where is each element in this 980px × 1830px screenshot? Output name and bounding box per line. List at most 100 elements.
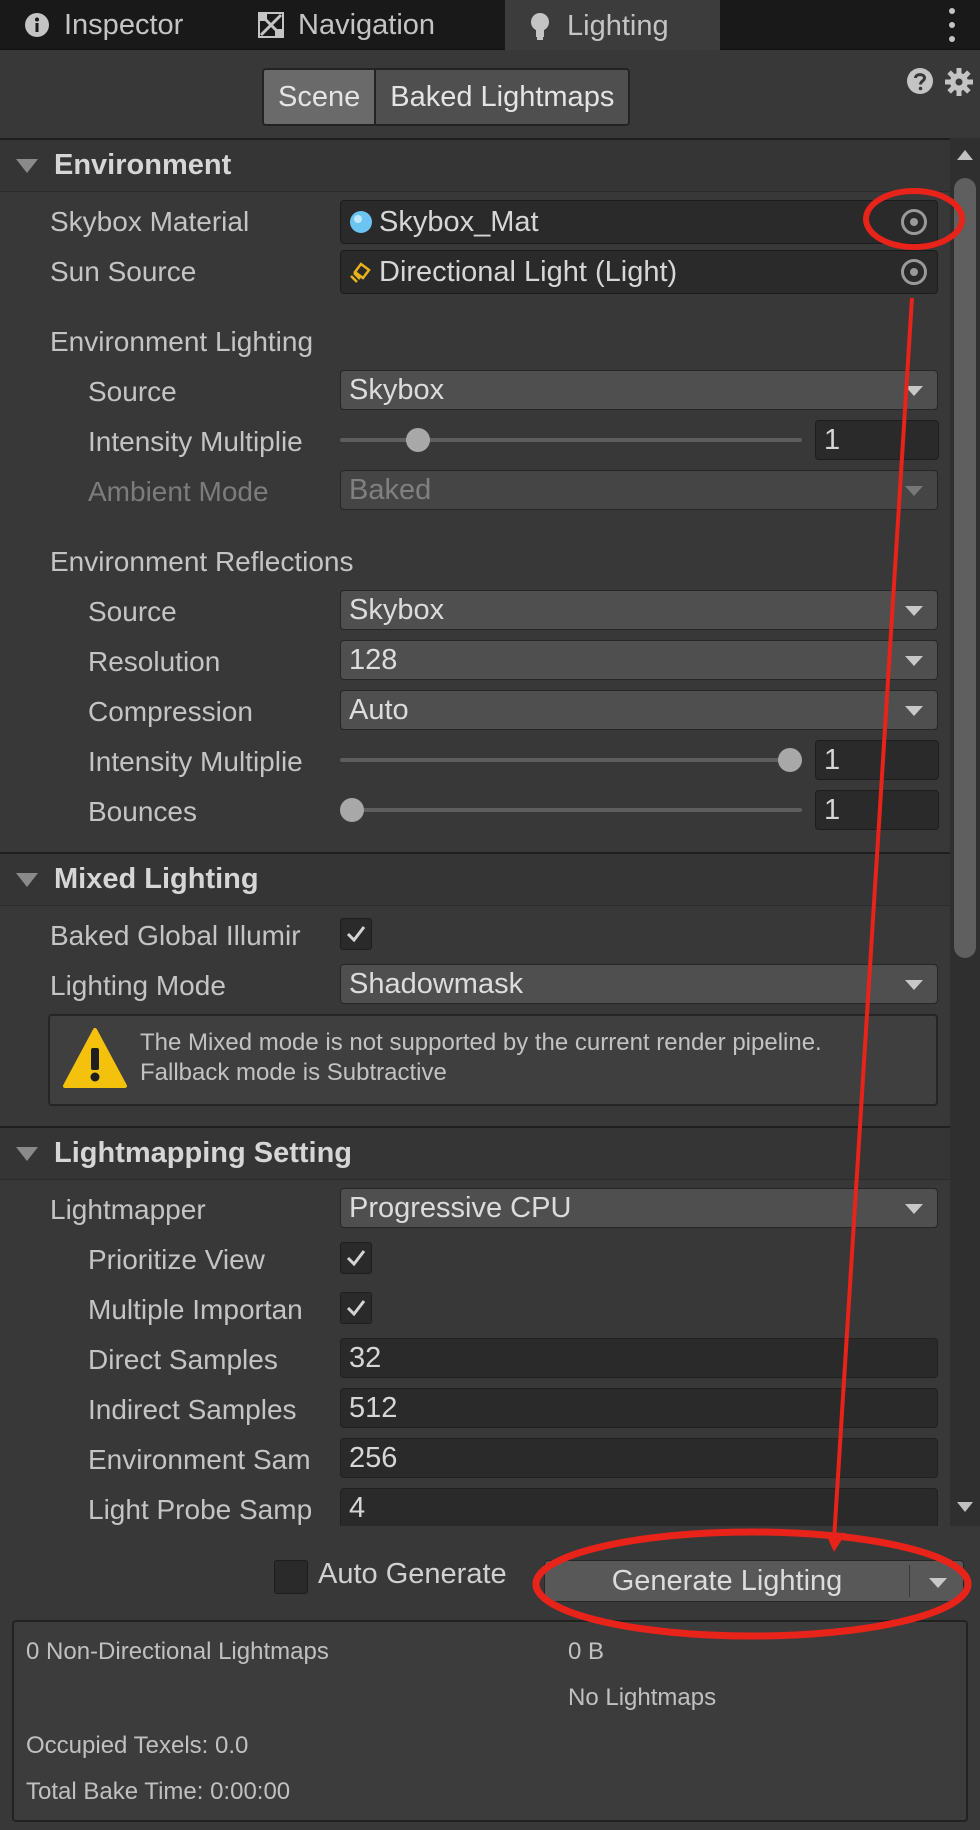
lightmap-size: 0 B: [568, 1638, 605, 1665]
section-header-mixed-lighting[interactable]: Mixed Lighting: [0, 852, 950, 906]
section-title: Lightmapping Setting: [54, 1137, 353, 1169]
checkmark-icon: [346, 1300, 366, 1317]
indirect-samples-input[interactable]: 512: [340, 1388, 938, 1428]
slider-handle[interactable]: [340, 798, 364, 822]
light-probe-samples-label: Light Probe Samp: [88, 1494, 313, 1525]
tab-label: Lighting: [567, 9, 669, 42]
segment-baked-lightmaps[interactable]: Baked Lightmaps: [376, 70, 629, 124]
section-header-lightmapping-settings[interactable]: Lightmapping Setting: [0, 1126, 950, 1180]
button-divider: [909, 1565, 910, 1597]
reflections-source-label: Source: [88, 596, 177, 627]
multiple-importance-checkbox[interactable]: [340, 1292, 372, 1324]
auto-generate-checkbox[interactable]: [274, 1560, 308, 1594]
lightmapper-label: Lightmapper: [50, 1194, 206, 1225]
compression-dropdown[interactable]: Auto: [340, 690, 938, 730]
direct-samples-label: Direct Samples: [88, 1344, 278, 1375]
mixed-mode-warning-box: The Mixed mode is not supported by the c…: [48, 1014, 938, 1106]
scene-lightmaps-toggle: Scene Baked Lightmaps: [262, 68, 631, 126]
reflections-intensity-slider[interactable]: [340, 740, 802, 780]
resolution-dropdown[interactable]: 128: [340, 640, 938, 680]
slider-track[interactable]: [340, 808, 802, 812]
indirect-samples-label: Indirect Samples: [88, 1394, 297, 1425]
reflections-intensity-label: Intensity Multiplie: [88, 746, 303, 777]
slider-handle[interactable]: [778, 748, 802, 772]
multiple-importance-label: Multiple Importan: [88, 1294, 303, 1325]
foldout-arrow-icon[interactable]: [16, 158, 38, 173]
reflections-intensity-input[interactable]: 1: [815, 740, 939, 780]
reflections-source-dropdown[interactable]: Skybox: [340, 590, 938, 630]
lighting-mode-dropdown[interactable]: Shadowmask: [340, 964, 938, 1004]
lightbulb-icon: [525, 11, 555, 41]
scroll-down-arrow-icon[interactable]: [957, 1502, 973, 1512]
scrollbar-thumb[interactable]: [954, 178, 976, 958]
object-picker-icon[interactable]: [901, 259, 927, 285]
lightmapper-dropdown[interactable]: Progressive CPU: [340, 1188, 938, 1228]
ambient-mode-label: Ambient Mode: [88, 476, 269, 507]
foldout-arrow-icon[interactable]: [16, 872, 38, 887]
bounces-slider[interactable]: [340, 790, 802, 830]
no-lightmaps-text: No Lightmaps: [568, 1684, 717, 1711]
environment-samples-label: Environment Sam: [88, 1444, 311, 1475]
prioritize-view-checkbox[interactable]: [340, 1242, 372, 1274]
generate-lighting-label: Generate Lighting: [611, 1565, 843, 1597]
bounces-label: Bounces: [88, 796, 197, 827]
env-lighting-intensity-slider[interactable]: [340, 420, 802, 460]
slider-track[interactable]: [340, 758, 802, 762]
scroll-up-arrow-icon[interactable]: [957, 150, 973, 160]
checkmark-icon: [346, 1250, 366, 1267]
environment-reflections-heading: Environment Reflections: [50, 546, 354, 577]
occupied-texels: Occupied Texels: 0.0: [26, 1732, 249, 1759]
generate-lighting-button[interactable]: Generate Lighting: [544, 1560, 964, 1602]
tab-label: Navigation: [298, 8, 436, 41]
sun-source-field[interactable]: Directional Light (Light): [340, 250, 938, 294]
warning-icon: [63, 1028, 127, 1088]
segment-scene[interactable]: Scene: [264, 70, 377, 124]
directional-light-icon: [350, 262, 371, 283]
foldout-arrow-icon[interactable]: [16, 1146, 38, 1161]
prioritize-view-label: Prioritize View: [88, 1244, 265, 1275]
chevron-down-icon[interactable]: [929, 1578, 947, 1588]
tab-lighting[interactable]: Lighting: [505, 0, 720, 50]
warning-line: Fallback mode is Subtractive: [140, 1059, 447, 1086]
tab-inspector[interactable]: Inspector: [22, 0, 183, 50]
baked-gi-checkbox[interactable]: [340, 918, 372, 950]
tab-label: Inspector: [64, 8, 184, 41]
lightmap-stats-panel: 0 Non-Directional Lightmaps 0 B No Light…: [12, 1620, 968, 1822]
skybox-material-value: Skybox_Mat: [379, 205, 539, 238]
lightmap-count: 0 Non-Directional Lightmaps: [26, 1638, 329, 1665]
window-tab-bar: Inspector Navigation Lighting: [0, 0, 980, 50]
direct-samples-input[interactable]: 32: [340, 1338, 938, 1378]
object-picker-icon[interactable]: [901, 209, 927, 235]
settings-gear-icon[interactable]: [944, 67, 974, 97]
section-title: Environment: [54, 149, 232, 181]
auto-generate-label: Auto Generate: [318, 1558, 507, 1590]
more-options-icon[interactable]: [948, 8, 956, 42]
lighting-mode-label: Lighting Mode: [50, 970, 226, 1001]
environment-lighting-heading: Environment Lighting: [50, 326, 314, 357]
section-title: Mixed Lighting: [54, 863, 259, 895]
skybox-material-field[interactable]: Skybox_Mat: [340, 200, 938, 244]
tab-navigation[interactable]: Navigation: [256, 0, 435, 50]
ambient-mode-dropdown: Baked: [340, 470, 938, 510]
env-lighting-intensity-label: Intensity Multiplie: [88, 426, 303, 457]
section-header-environment[interactable]: Environment: [0, 138, 950, 192]
slider-handle[interactable]: [405, 428, 430, 452]
env-lighting-source-label: Source: [88, 376, 177, 407]
env-lighting-source-dropdown[interactable]: Skybox: [340, 370, 938, 410]
help-icon[interactable]: [906, 67, 936, 97]
resolution-label: Resolution: [88, 646, 221, 677]
compression-label: Compression: [88, 696, 253, 727]
env-lighting-intensity-input[interactable]: 1: [815, 420, 939, 460]
material-sphere-icon: [350, 211, 372, 233]
bounces-input[interactable]: 1: [815, 790, 939, 830]
light-probe-samples-input[interactable]: 4: [340, 1488, 938, 1526]
vertical-scrollbar[interactable]: [950, 138, 980, 1526]
info-icon: [22, 10, 52, 40]
total-bake-time: Total Bake Time: 0:00:00: [26, 1778, 291, 1805]
lighting-toolbar: Scene Baked Lightmaps: [0, 50, 980, 138]
environment-samples-input[interactable]: 256: [340, 1438, 938, 1478]
warning-text: The Mixed mode is not supported by the c…: [140, 1028, 822, 1088]
generate-lighting-bar: Auto Generate Generate Lighting 0 Non-Di…: [0, 1526, 980, 1830]
baked-gi-label: Baked Global Illumir: [50, 920, 301, 951]
sun-source-value: Directional Light (Light): [379, 255, 678, 288]
